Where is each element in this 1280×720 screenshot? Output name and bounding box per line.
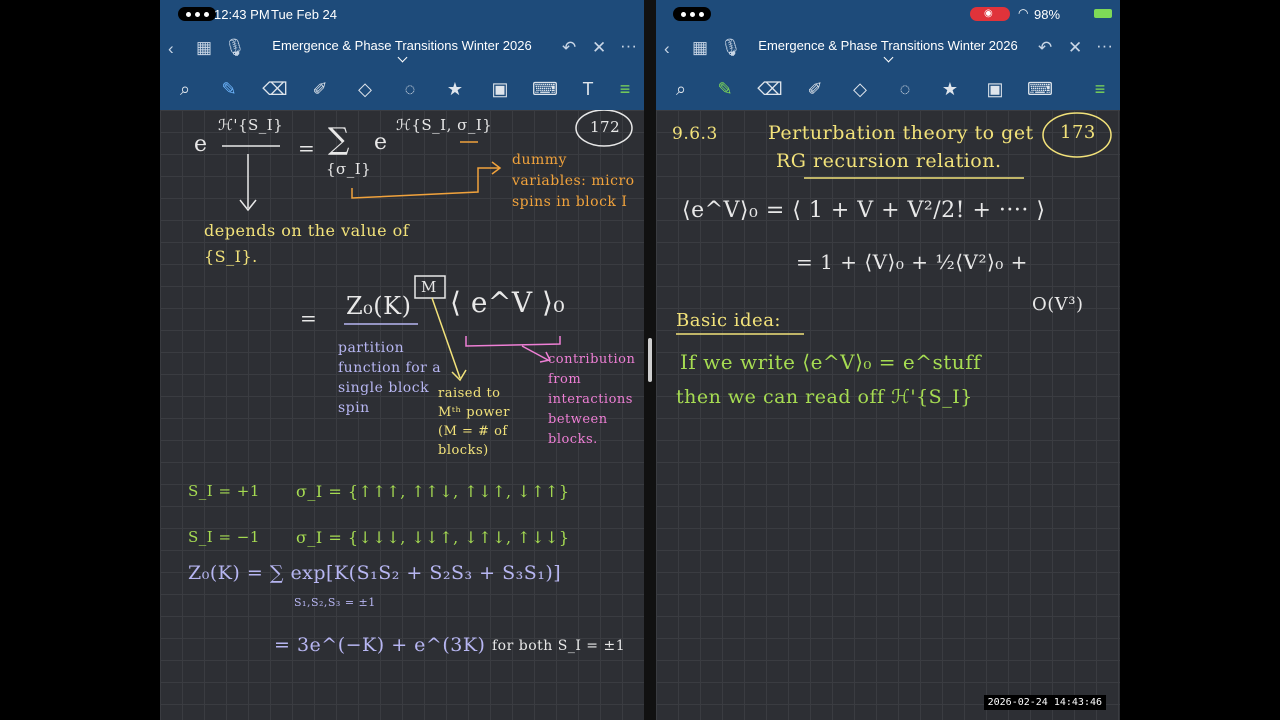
multitask-dots-right[interactable] [673,7,711,21]
pen-icon[interactable]: ✎ [216,76,242,102]
sum-symbol: ∑ [328,122,350,157]
more-icon[interactable]: ··· [620,37,637,54]
keyboard-icon[interactable]: ⌨ [1027,76,1053,102]
equals-sign-2: = [300,306,318,330]
wifi-icon: ◠ [1018,6,1029,20]
m-box-label: M [421,278,437,296]
more-icon[interactable]: ··· [1096,37,1113,54]
spin-up-states: σ_I = {↑↑↑, ↑↑↓, ↑↓↑, ↓↑↑} [296,482,570,501]
eraser-icon[interactable]: ⌫ [262,76,288,102]
chevron-down-icon[interactable] [397,52,408,63]
status-date: Tue Feb 24 [271,7,338,22]
contribution-note: contribution from interactions between b… [548,352,636,447]
lasso-icon[interactable]: ◌ [397,76,423,102]
status-bar-right: ◉ ◠ 98% [656,0,1120,28]
spin-down-states: σ_I = {↓↓↓, ↓↓↑, ↓↑↓, ↑↓↓} [296,528,570,547]
spin-down-label: S_I = −1 [188,528,260,546]
expectation-bracket: ⟨ e^V ⟩₀ [450,286,566,319]
keyboard-icon[interactable]: ⌨ [532,76,558,102]
left-toolbar: 12:43 PM Tue Feb 24 ‹ ▦ 🎙 Emergence & Ph… [160,0,644,110]
partition-function-note: partition function for a single block sp… [338,340,442,416]
lhs-superscript: ℋ'{S_I} [218,116,284,134]
eraser-icon[interactable]: ⌫ [757,76,783,102]
section-number: 9.6.3 [672,124,718,144]
lasso-icon[interactable]: ◌ [892,76,918,102]
pen-icon[interactable]: ✎ [712,76,738,102]
left-notes-pane: 12:43 PM Tue Feb 24 ‹ ▦ 🎙 Emergence & Ph… [160,0,644,720]
heading-line-2: RG recursion relation. [776,150,1002,172]
heading-line-1: Perturbation theory to get [768,122,1034,144]
video-timestamp: 2026-02-24 14:43:46 [983,695,1106,710]
shapes-icon[interactable]: ◇ [352,76,378,102]
text-icon[interactable]: T [575,76,601,102]
battery-percentage: 98% [1034,7,1061,22]
pen-settings-icon[interactable]: ≡ [1087,76,1113,102]
equals-sign: = [298,136,316,160]
close-icon[interactable]: ✕ [1068,39,1082,56]
page-number-right: 173 [1060,122,1096,143]
idea-line-2: then we can read off ℋ'{S_I} [676,386,973,408]
lhs-exponential: e [194,132,208,157]
right-toolbar: ◉ ◠ 98% ‹ ▦ 🎙 Emergence & Phase Transiti… [656,0,1120,110]
highlighter-icon[interactable]: ✐ [307,76,333,102]
idea-line-1: If we write ⟨e^V⟩₀ = e^stuff [680,350,981,374]
close-icon[interactable]: ✕ [592,39,606,56]
status-time: 12:43 PM [214,7,270,22]
z0-sum-expression: Z₀(K) = ∑ exp[K(S₁S₂ + S₂S₃ + S₃S₁)] [188,562,562,584]
dummy-variables-note: dummy variables: micro spins in block I [512,152,635,210]
right-notes-pane: ◉ ◠ 98% ‹ ▦ 🎙 Emergence & Phase Transiti… [656,0,1120,720]
basic-idea-heading: Basic idea: [676,310,781,331]
split-view-divider[interactable] [644,0,656,720]
rhs-exponential: e [374,130,388,155]
battery-icon [1094,9,1112,18]
both-spins-note: for both S_I = ±1 [492,638,626,654]
highlighter-icon[interactable]: ✐ [802,76,828,102]
tool-palette: ⌕ ✎ ⌫ ✐ ◇ ◌ ★ ▣ ⌨ T ≡ [160,72,644,108]
expansion-line-3: O(V³) [1032,294,1084,315]
sticker-icon[interactable]: ★ [442,76,468,102]
pen-settings-icon[interactable]: ≡ [612,76,638,102]
expansion-line-1: ⟨e^V⟩₀ = ⟨ 1 + V + V²/2! + ···· ⟩ [682,198,1046,223]
image-icon[interactable]: ▣ [487,76,513,102]
z0-function: Z₀(K) [346,292,412,320]
z0-result: = 3e^(−K) + e^(3K) [274,634,486,656]
shapes-icon[interactable]: ◇ [847,76,873,102]
lasso-photo-icon[interactable]: ⌕ [668,76,694,102]
rhs-superscript: ℋ{S_I, σ_I} [396,116,493,134]
lasso-photo-icon[interactable]: ⌕ [172,76,198,102]
expansion-line-2: = 1 + ⟨V⟩₀ + ½⟨V²⟩₀ + [796,250,1028,274]
sticker-icon[interactable]: ★ [937,76,963,102]
z0-sum-index: S₁,S₂,S₃ = ±1 [294,596,376,609]
undo-icon[interactable]: ↶ [562,39,576,56]
sum-index: {σ_I} [326,160,372,178]
tool-palette-right: ⌕ ✎ ⌫ ✐ ◇ ◌ ★ ▣ ⌨ ≡ [656,72,1120,108]
raised-power-note: raised to Mᵗʰ power (M = # of blocks) [438,386,510,458]
record-icon: ◉ [984,8,993,19]
page-number: 172 [590,118,621,136]
depends-note: depends on the value of {S_I}. [204,221,410,266]
divider-handle[interactable] [648,338,652,382]
undo-icon[interactable]: ↶ [1038,39,1052,56]
chevron-down-icon[interactable] [883,52,894,63]
multitask-dots[interactable] [178,7,216,21]
note-canvas-right[interactable]: 173 9.6.3 Perturbation theory to get RG … [656,110,1120,720]
image-icon[interactable]: ▣ [982,76,1008,102]
status-bar: 12:43 PM Tue Feb 24 [160,0,644,28]
note-canvas-left[interactable]: e ℋ'{S_I} = ∑ {σ_I} e ℋ{S_I, σ_I} 172 du… [160,110,644,720]
spin-up-label: S_I = +1 [188,482,260,500]
